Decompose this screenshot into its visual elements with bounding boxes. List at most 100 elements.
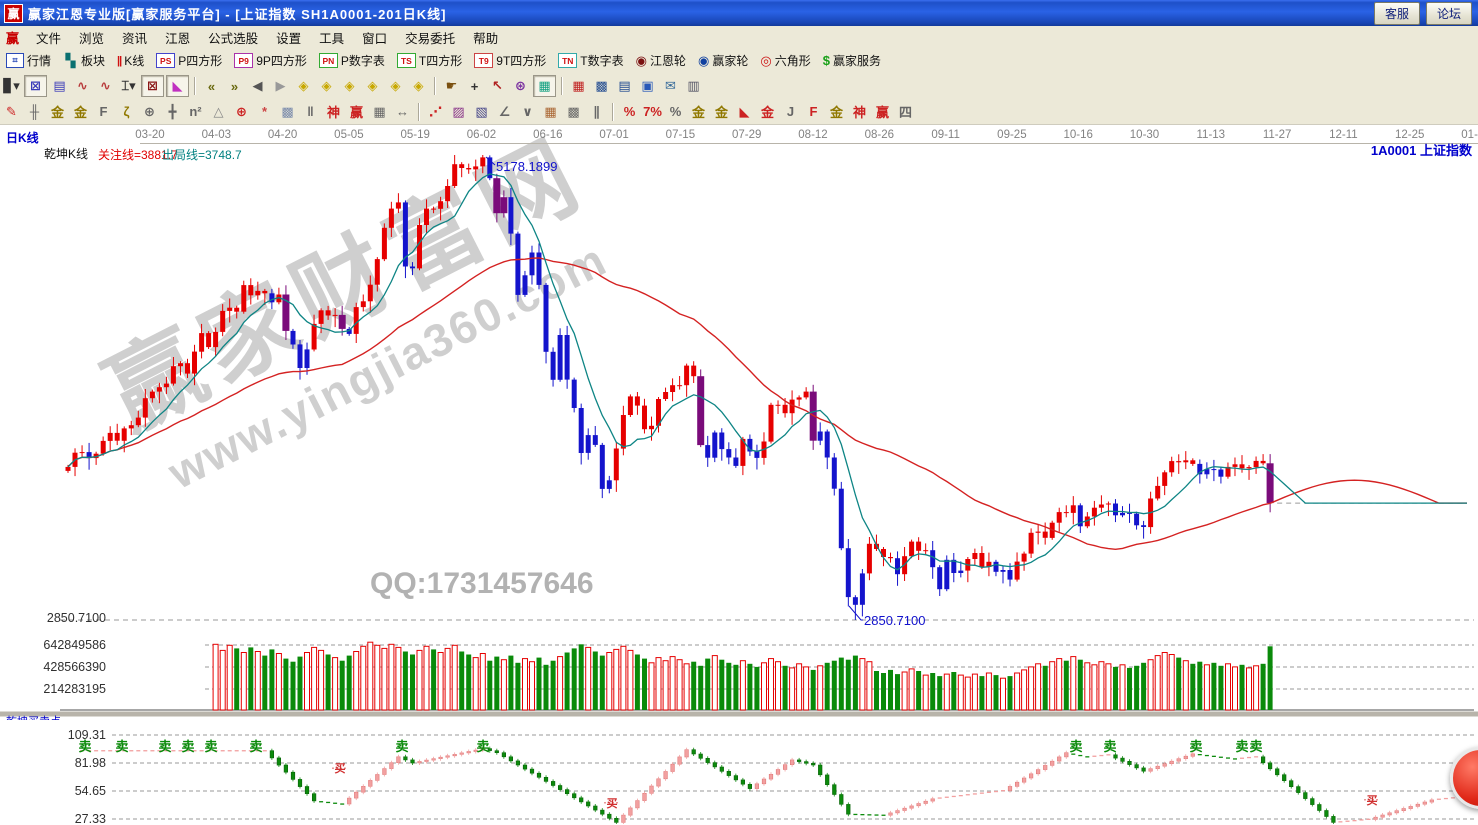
menu-item-9[interactable]: 交易委托	[396, 26, 464, 49]
gold-circle-tool[interactable]: 金	[688, 102, 709, 122]
diamond-left-tool[interactable]: ◈	[293, 76, 314, 96]
win-grid-tool[interactable]: 赢	[346, 102, 367, 122]
fibonacci-tool[interactable]: F	[93, 102, 114, 122]
wedge-tool[interactable]: ◣	[734, 102, 755, 122]
toolbar-button-赢家服务[interactable]: $赢家服务	[817, 51, 887, 70]
vee-tool[interactable]: ∨	[517, 102, 538, 122]
menu-item-5[interactable]: 公式选股	[199, 26, 267, 49]
toolbar-button-T数字表[interactable]: TNT数字表	[552, 51, 629, 70]
menu-bar: 赢 文件浏览资讯江恩公式选股设置工具窗口交易委托帮助	[0, 26, 1478, 49]
circle-tool[interactable]: ⊕	[139, 102, 160, 122]
f-angle-tool[interactable]: F	[803, 102, 824, 122]
cross-line-tool[interactable]: ╋	[162, 102, 183, 122]
j-angle-tool[interactable]: J	[780, 102, 801, 122]
toolbar-separator	[418, 103, 420, 121]
channel-tool[interactable]: ∥	[586, 102, 607, 122]
gold-angle-tool[interactable]: 金	[826, 102, 847, 122]
crosshair-tool[interactable]: +	[464, 76, 485, 96]
gold-grid-tool[interactable]: 金	[47, 102, 68, 122]
toolbar-button-六角形[interactable]: ◎六角形	[754, 51, 816, 70]
toolbar-button-P四方形[interactable]: PSP四方形	[150, 51, 228, 70]
main-toolbar: ⌗行情▚板块||K线PSP四方形P99P四方形PNP数字表TST四方形T99T四…	[0, 48, 1478, 74]
toolbar-button-行情[interactable]: ⌗行情	[0, 51, 57, 70]
wave9-tool[interactable]: ∿	[95, 76, 116, 96]
price-grid-tool[interactable]: ▦	[540, 102, 561, 122]
time-grid-tool[interactable]: ▩	[563, 102, 584, 122]
forum-button[interactable]: 论坛	[1426, 2, 1472, 25]
save-tool[interactable]: ▣	[637, 76, 658, 96]
calendar-tool[interactable]: ▦	[568, 76, 589, 96]
grid-line-tool[interactable]: ╫	[24, 102, 45, 122]
mesh-toggle[interactable]: ▦	[533, 75, 556, 97]
notes-tool[interactable]: ▤	[614, 76, 635, 96]
shen-angle-tool[interactable]: 神	[849, 102, 870, 122]
win-angle-tool[interactable]: 赢	[872, 102, 893, 122]
toolbar-button-9P四方形[interactable]: P99P四方形	[228, 51, 313, 70]
target-tool[interactable]: ⊕	[231, 102, 252, 122]
menu-item-10[interactable]: 帮助	[464, 26, 507, 49]
toolbar-button-P数字表[interactable]: PNP数字表	[313, 51, 391, 70]
prev-button[interactable]: ◀	[247, 76, 268, 96]
kline-chart-canvas[interactable]: 卖卖卖卖卖卖卖卖卖卖卖卖卖买买买	[0, 125, 1478, 825]
first-page-button[interactable]: «	[201, 76, 222, 96]
menu-item-1[interactable]: 文件	[27, 26, 70, 49]
angle-box-tool[interactable]: ▧	[471, 102, 492, 122]
gold-grid2-tool[interactable]: 金	[70, 102, 91, 122]
kline-box-tool[interactable]: ⊠	[141, 75, 164, 97]
gann-fan-tool[interactable]: ⋰	[425, 102, 446, 122]
flag-tool[interactable]: ◣	[166, 75, 189, 97]
percent-retrace-tool[interactable]: %	[619, 102, 640, 122]
web-tool[interactable]: ▩	[277, 102, 298, 122]
mail-tool[interactable]: ✉	[660, 76, 681, 96]
toolbar-button-板块[interactable]: ▚板块	[57, 51, 111, 70]
menu-item-7[interactable]: 工具	[310, 26, 353, 49]
seven-percent-tool[interactable]: 7%	[642, 102, 663, 122]
pencil-tool[interactable]: ✎	[1, 102, 22, 122]
menu-item-4[interactable]: 江恩	[156, 26, 199, 49]
kline-style-dropdown[interactable]: ▊▾	[1, 76, 22, 96]
header-divider	[140, 143, 1478, 144]
star-grid-tool[interactable]: *	[254, 102, 275, 122]
hexagon-icon: ◎	[760, 53, 771, 69]
toolbar-button-K线[interactable]: ||K线	[111, 51, 150, 70]
menu-item-6[interactable]: 设置	[267, 26, 310, 49]
shen-grid-tool[interactable]: 神	[323, 102, 344, 122]
calculator-tool[interactable]: ▩	[591, 76, 612, 96]
square-of-nine-tool[interactable]: n²	[185, 102, 206, 122]
service-button[interactable]: 客服	[1374, 2, 1420, 25]
pin-dropdown[interactable]: ⌶▾	[118, 76, 139, 96]
print-tool[interactable]: ▥	[683, 76, 704, 96]
toolbar-button-9T四方形[interactable]: T99T四方形	[468, 51, 552, 70]
toolbar-button-T四方形[interactable]: TST四方形	[391, 51, 468, 70]
pointer-tool[interactable]: ↖	[487, 76, 508, 96]
menu-item-8[interactable]: 窗口	[353, 26, 396, 49]
ruler-grid-tool[interactable]: ▦	[369, 102, 390, 122]
four-angle-tool[interactable]: 四	[895, 102, 916, 122]
gold-wave-tool[interactable]: 金	[757, 102, 778, 122]
menu-item-3[interactable]: 资讯	[113, 26, 156, 49]
pn-box-icon: PN	[319, 53, 338, 68]
diamond-down-tool[interactable]: ◈	[362, 76, 383, 96]
next-button[interactable]: ▶	[270, 76, 291, 96]
diamond-up-tool[interactable]: ◈	[339, 76, 360, 96]
last-page-button[interactable]: »	[224, 76, 245, 96]
diamond-right-tool[interactable]: ◈	[316, 76, 337, 96]
info-panel-tool[interactable]: ▤	[49, 76, 70, 96]
toolbar-button-赢家轮[interactable]: ◉赢家轮	[692, 51, 754, 70]
lasso-tool[interactable]: ⊛	[510, 76, 531, 96]
menu-item-2[interactable]: 浏览	[70, 26, 113, 49]
triangle-tool[interactable]: △	[208, 102, 229, 122]
parallel-tool[interactable]: ǁ	[300, 102, 321, 122]
diamond-full-tool[interactable]: ◈	[408, 76, 429, 96]
gold-level-tool[interactable]: 金	[711, 102, 732, 122]
percent-tool[interactable]: %	[665, 102, 686, 122]
zone-tool[interactable]: ⊠	[24, 75, 47, 97]
angle-tool[interactable]: ∠	[494, 102, 515, 122]
wave3-tool[interactable]: ∿	[72, 76, 93, 96]
span-tool[interactable]: ↔	[392, 102, 413, 122]
spiral-tool[interactable]: ζ	[116, 102, 137, 122]
toolbar-button-江恩轮[interactable]: ◉江恩轮	[630, 51, 692, 70]
fan-box-tool[interactable]: ▨	[448, 102, 469, 122]
diamond-expand-tool[interactable]: ◈	[385, 76, 406, 96]
hand-tool[interactable]: ☛	[441, 76, 462, 96]
